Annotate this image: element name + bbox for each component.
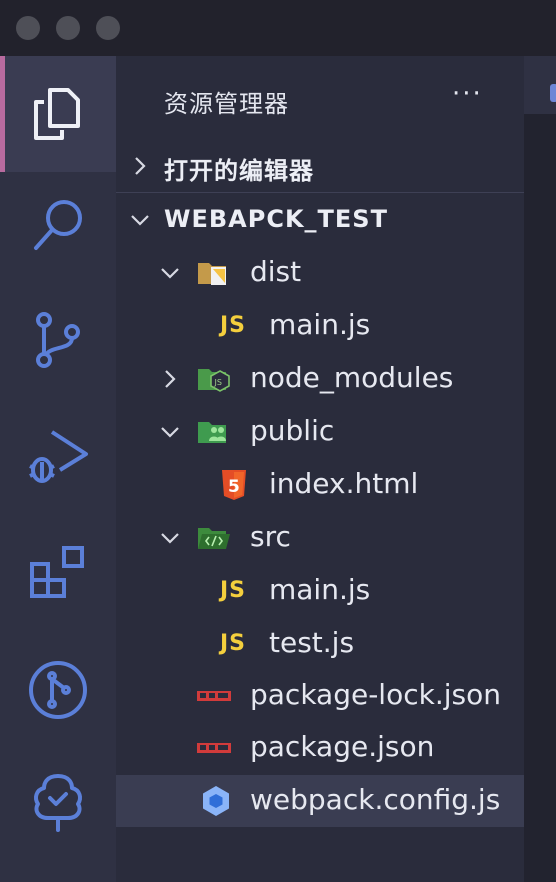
chevron-down-icon	[161, 533, 179, 544]
activity-active-indicator	[0, 56, 5, 172]
open-editors-section[interactable]: 打开的编辑器	[116, 140, 524, 192]
dist-folder-icon	[196, 257, 232, 289]
tree-item-package-lock-json[interactable]: package-lock.json	[116, 670, 524, 722]
tree-item-label: main.js	[269, 573, 371, 606]
window-titlebar	[0, 0, 556, 56]
js-file-icon: JS	[220, 631, 247, 656]
explorer-title: 资源管理器	[164, 90, 289, 118]
chevron-down-icon	[161, 427, 179, 438]
tree-item-label: package-lock.json	[250, 678, 501, 711]
svg-text:5: 5	[228, 477, 240, 497]
tree-item-public[interactable]: public	[116, 406, 524, 458]
chevron-down-icon	[161, 268, 179, 279]
open-editors-label: 打开的编辑器	[164, 157, 314, 185]
src-folder-icon	[196, 522, 232, 554]
tree-item-test-js[interactable]: JS test.js	[116, 618, 524, 670]
tree-item-label: index.html	[269, 467, 419, 500]
webpack-file-icon	[198, 785, 234, 817]
editor-area	[524, 56, 556, 882]
tree-check-icon[interactable]	[26, 770, 90, 834]
search-icon[interactable]	[26, 194, 90, 258]
more-actions-button[interactable]: ···	[452, 81, 483, 107]
tree-item-dist[interactable]: dist	[116, 247, 524, 299]
git-graph-icon[interactable]	[26, 658, 90, 722]
tree-item-dist-main-js[interactable]: JS main.js	[116, 300, 524, 352]
tree-item-src[interactable]: src	[116, 512, 524, 564]
webpack-tab-icon	[550, 84, 556, 102]
tree-item-src-main-js[interactable]: JS main.js	[116, 565, 524, 617]
close-window-button[interactable]	[16, 16, 40, 40]
tree-item-label: webpack.config.js	[250, 783, 501, 816]
section-divider	[116, 192, 524, 193]
npm-file-icon	[196, 732, 232, 764]
public-folder-icon	[196, 416, 232, 448]
tree-item-label: package.json	[250, 730, 435, 763]
svg-text:JS: JS	[214, 378, 222, 387]
tree-item-label: node_modules	[250, 361, 454, 394]
tree-item-label: main.js	[269, 308, 371, 341]
html5-file-icon: 5	[216, 469, 252, 501]
extensions-icon[interactable]	[26, 540, 90, 604]
chevron-down-icon	[131, 215, 149, 226]
zoom-window-button[interactable]	[96, 16, 120, 40]
tree-item-label: public	[250, 414, 335, 447]
tree-item-webpack-config-js[interactable]: webpack.config.js	[116, 775, 524, 827]
tree-item-package-json[interactable]: package.json	[116, 722, 524, 774]
minimize-window-button[interactable]	[56, 16, 80, 40]
chevron-right-icon	[165, 370, 176, 388]
js-file-icon: JS	[220, 313, 247, 338]
tree-item-label: src	[250, 520, 291, 553]
tree-item-label: dist	[250, 255, 302, 288]
tree-item-label: test.js	[269, 626, 355, 659]
run-debug-icon[interactable]	[26, 424, 90, 488]
chevron-right-icon	[135, 157, 146, 175]
js-file-icon: JS	[220, 578, 247, 603]
project-label: WEBAPCK_TEST	[164, 205, 388, 233]
files-icon[interactable]	[26, 82, 90, 146]
activity-bar	[0, 56, 116, 882]
explorer-sidebar: 资源管理器 ··· 打开的编辑器 WEBAPCK_TEST dist JS ma…	[116, 56, 524, 882]
tree-item-node-modules[interactable]: JS node_modules	[116, 353, 524, 405]
source-control-icon[interactable]	[26, 308, 90, 372]
node-folder-icon: JS	[196, 363, 232, 395]
project-section[interactable]: WEBAPCK_TEST	[116, 194, 524, 246]
tree-item-index-html[interactable]: 5 index.html	[116, 459, 524, 511]
npm-file-icon	[196, 680, 232, 712]
